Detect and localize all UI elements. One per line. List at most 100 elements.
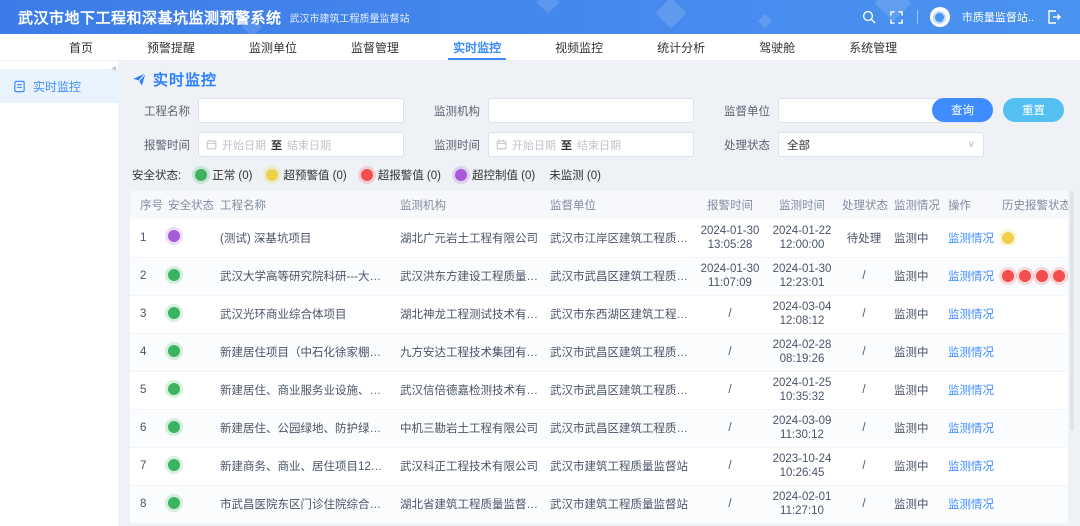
logout-icon[interactable]: [1046, 9, 1062, 25]
column-header: 工程名称: [216, 191, 396, 219]
app-subtitle: 武汉市建筑工程质量监督站: [290, 10, 410, 25]
history-alarm-cell: [998, 333, 1068, 371]
safety-status-dot: [168, 307, 180, 319]
project-name-cell: 武汉大学高等研究院科研---大学高等...: [216, 257, 396, 295]
monitor-situation-cell: 监测中: [890, 447, 944, 485]
handle-state-cell: /: [838, 333, 890, 371]
filter-form: 工程名称 监测机构 监督单位 报警时间 开始日期 至: [130, 98, 1068, 157]
alarm-time-cell: /: [694, 409, 766, 447]
search-button[interactable]: 查询: [932, 98, 993, 122]
sidebar-item-realtime-monitor[interactable]: 实时监控: [0, 69, 118, 103]
legend-dot: [195, 169, 207, 181]
monitor-detail-link[interactable]: 监测情况: [948, 233, 994, 245]
safety-status-dot: [168, 459, 180, 471]
monitor-detail-link[interactable]: 监测情况: [948, 385, 994, 397]
row-index: 4: [130, 333, 164, 371]
safety-status-cell: [164, 295, 216, 333]
sidebar-collapse-icon[interactable]: ◂: [111, 63, 116, 74]
safety-status-dot: [168, 383, 180, 395]
monitor-situation-cell: 监测中: [890, 485, 944, 523]
safety-status-cell: [164, 447, 216, 485]
monitor-org-cell: 中机三勘岩土工程有限公司: [396, 409, 546, 447]
monitor-detail-link[interactable]: 监测情况: [948, 271, 994, 283]
monitor-table: 序号安全状态工程名称监测机构监督单位报警时间监测时间处理状态监测情况操作历史报警…: [130, 191, 1068, 524]
alarm-time-cell: /: [694, 295, 766, 333]
monitor-detail-link[interactable]: 监测情况: [948, 309, 994, 321]
legend-label: 超预警值 (0): [283, 167, 346, 183]
row-index: 3: [130, 295, 164, 333]
project-name-input[interactable]: [198, 98, 404, 123]
fullscreen-icon[interactable]: [889, 9, 905, 25]
handle-state-select[interactable]: 全部 ∨: [778, 132, 984, 157]
monitor-detail-link[interactable]: 监测情况: [948, 347, 994, 359]
monitor-org-cell: 湖北神龙工程测试技术有限公司: [396, 295, 546, 333]
history-dots: [1002, 232, 1064, 244]
safety-status-dot: [168, 421, 180, 433]
page-title: 实时监控: [153, 69, 217, 90]
monitor-detail-link[interactable]: 监测情况: [948, 423, 994, 435]
history-alarm-cell: [998, 409, 1068, 447]
legend-label: 未监测 (0): [549, 167, 601, 183]
monitor-time-range-picker[interactable]: 开始日期 至 结束日期: [488, 132, 694, 157]
supervisor-unit-cell: 武汉市武昌区建筑工程质量监督站: [546, 409, 694, 447]
alarm-time-cell: 2024-01-3013:05:28: [694, 219, 766, 257]
reset-button[interactable]: 重置: [1003, 98, 1064, 122]
alarm-time-range-picker[interactable]: 开始日期 至 结束日期: [198, 132, 404, 157]
operation-cell: 监测情况: [944, 371, 998, 409]
alarm-time-cell: /: [694, 447, 766, 485]
avatar[interactable]: [930, 7, 950, 27]
supervisor-unit-cell: 武汉市建筑工程质量监督站: [546, 485, 694, 523]
sidebar: ◂ 实时监控: [0, 61, 118, 526]
legend-dot: [361, 169, 373, 181]
alarm-time-label: 报警时间: [132, 137, 190, 153]
safety-status-cell: [164, 333, 216, 371]
monitor-detail-link[interactable]: 监测情况: [948, 461, 994, 473]
row-index: 8: [130, 485, 164, 523]
monitor-time-cell: 2024-03-0911:30:12: [766, 409, 838, 447]
nav-item-7[interactable]: 驾驶舱: [732, 34, 822, 60]
history-alarm-dot: [1002, 270, 1014, 282]
app-header: 武汉市地下工程和深基坑监测预警系统 武汉市建筑工程质量监督站 市质量监督站..: [0, 0, 1080, 34]
safety-status-dot: [168, 497, 180, 509]
nav-item-3[interactable]: 监督管理: [324, 34, 426, 60]
supervisor-unit-cell: 武汉市东西湖区建筑工程质量监督站: [546, 295, 694, 333]
safety-status-dot: [168, 230, 180, 242]
monitor-time-cell: 2024-02-2808:19:26: [766, 333, 838, 371]
nav-item-5[interactable]: 视频监控: [528, 34, 630, 60]
operation-cell: 监测情况: [944, 447, 998, 485]
nav-item-8[interactable]: 系统管理: [822, 34, 924, 60]
monitor-detail-link[interactable]: 监测情况: [948, 499, 994, 511]
history-alarm-cell: [998, 447, 1068, 485]
nav-item-4[interactable]: 实时监控: [426, 34, 528, 60]
monitor-situation-cell: 监测中: [890, 257, 944, 295]
row-index: 6: [130, 409, 164, 447]
paper-plane-icon: [132, 72, 147, 87]
user-name[interactable]: 市质量监督站..: [962, 9, 1034, 25]
nav-item-6[interactable]: 统计分析: [630, 34, 732, 60]
table-head-row: 序号安全状态工程名称监测机构监督单位报警时间监测时间处理状态监测情况操作历史报警…: [130, 191, 1068, 219]
nav-item-0[interactable]: 首页: [42, 34, 120, 60]
legend-item-1: 超预警值 (0): [266, 167, 346, 183]
monitor-org-cell: 湖北省建筑工程质量监督检验测试...: [396, 485, 546, 523]
search-icon[interactable]: [861, 9, 877, 25]
nav-item-1[interactable]: 预警提醒: [120, 34, 222, 60]
operation-cell: 监测情况: [944, 219, 998, 257]
calendar-icon: [496, 139, 507, 150]
history-alarm-cell: [998, 219, 1068, 257]
table-row: 1(测试) 深基坑项目湖北广元岩土工程有限公司武汉市江岸区建筑工程质量监督站20…: [130, 219, 1068, 257]
safety-status-cell: [164, 257, 216, 295]
history-alarm-cell: [998, 371, 1068, 409]
project-name-cell: 新建居住、商业服务业设施、加油加气...: [216, 371, 396, 409]
safety-status-cell: [164, 409, 216, 447]
range-separator: 至: [561, 137, 572, 153]
sidebar-item-label: 实时监控: [33, 78, 81, 95]
scrollbar[interactable]: [1070, 191, 1074, 431]
header-divider: [917, 10, 918, 24]
nav-item-2[interactable]: 监测单位: [222, 34, 324, 60]
column-header: 监测机构: [396, 191, 546, 219]
legend-dot: [266, 169, 278, 181]
monitor-org-input[interactable]: [488, 98, 694, 123]
handle-state-cell: /: [838, 371, 890, 409]
monitor-org-cell: 武汉洪东方建设工程质量检测有限...: [396, 257, 546, 295]
chevron-down-icon: ∨: [968, 139, 975, 150]
